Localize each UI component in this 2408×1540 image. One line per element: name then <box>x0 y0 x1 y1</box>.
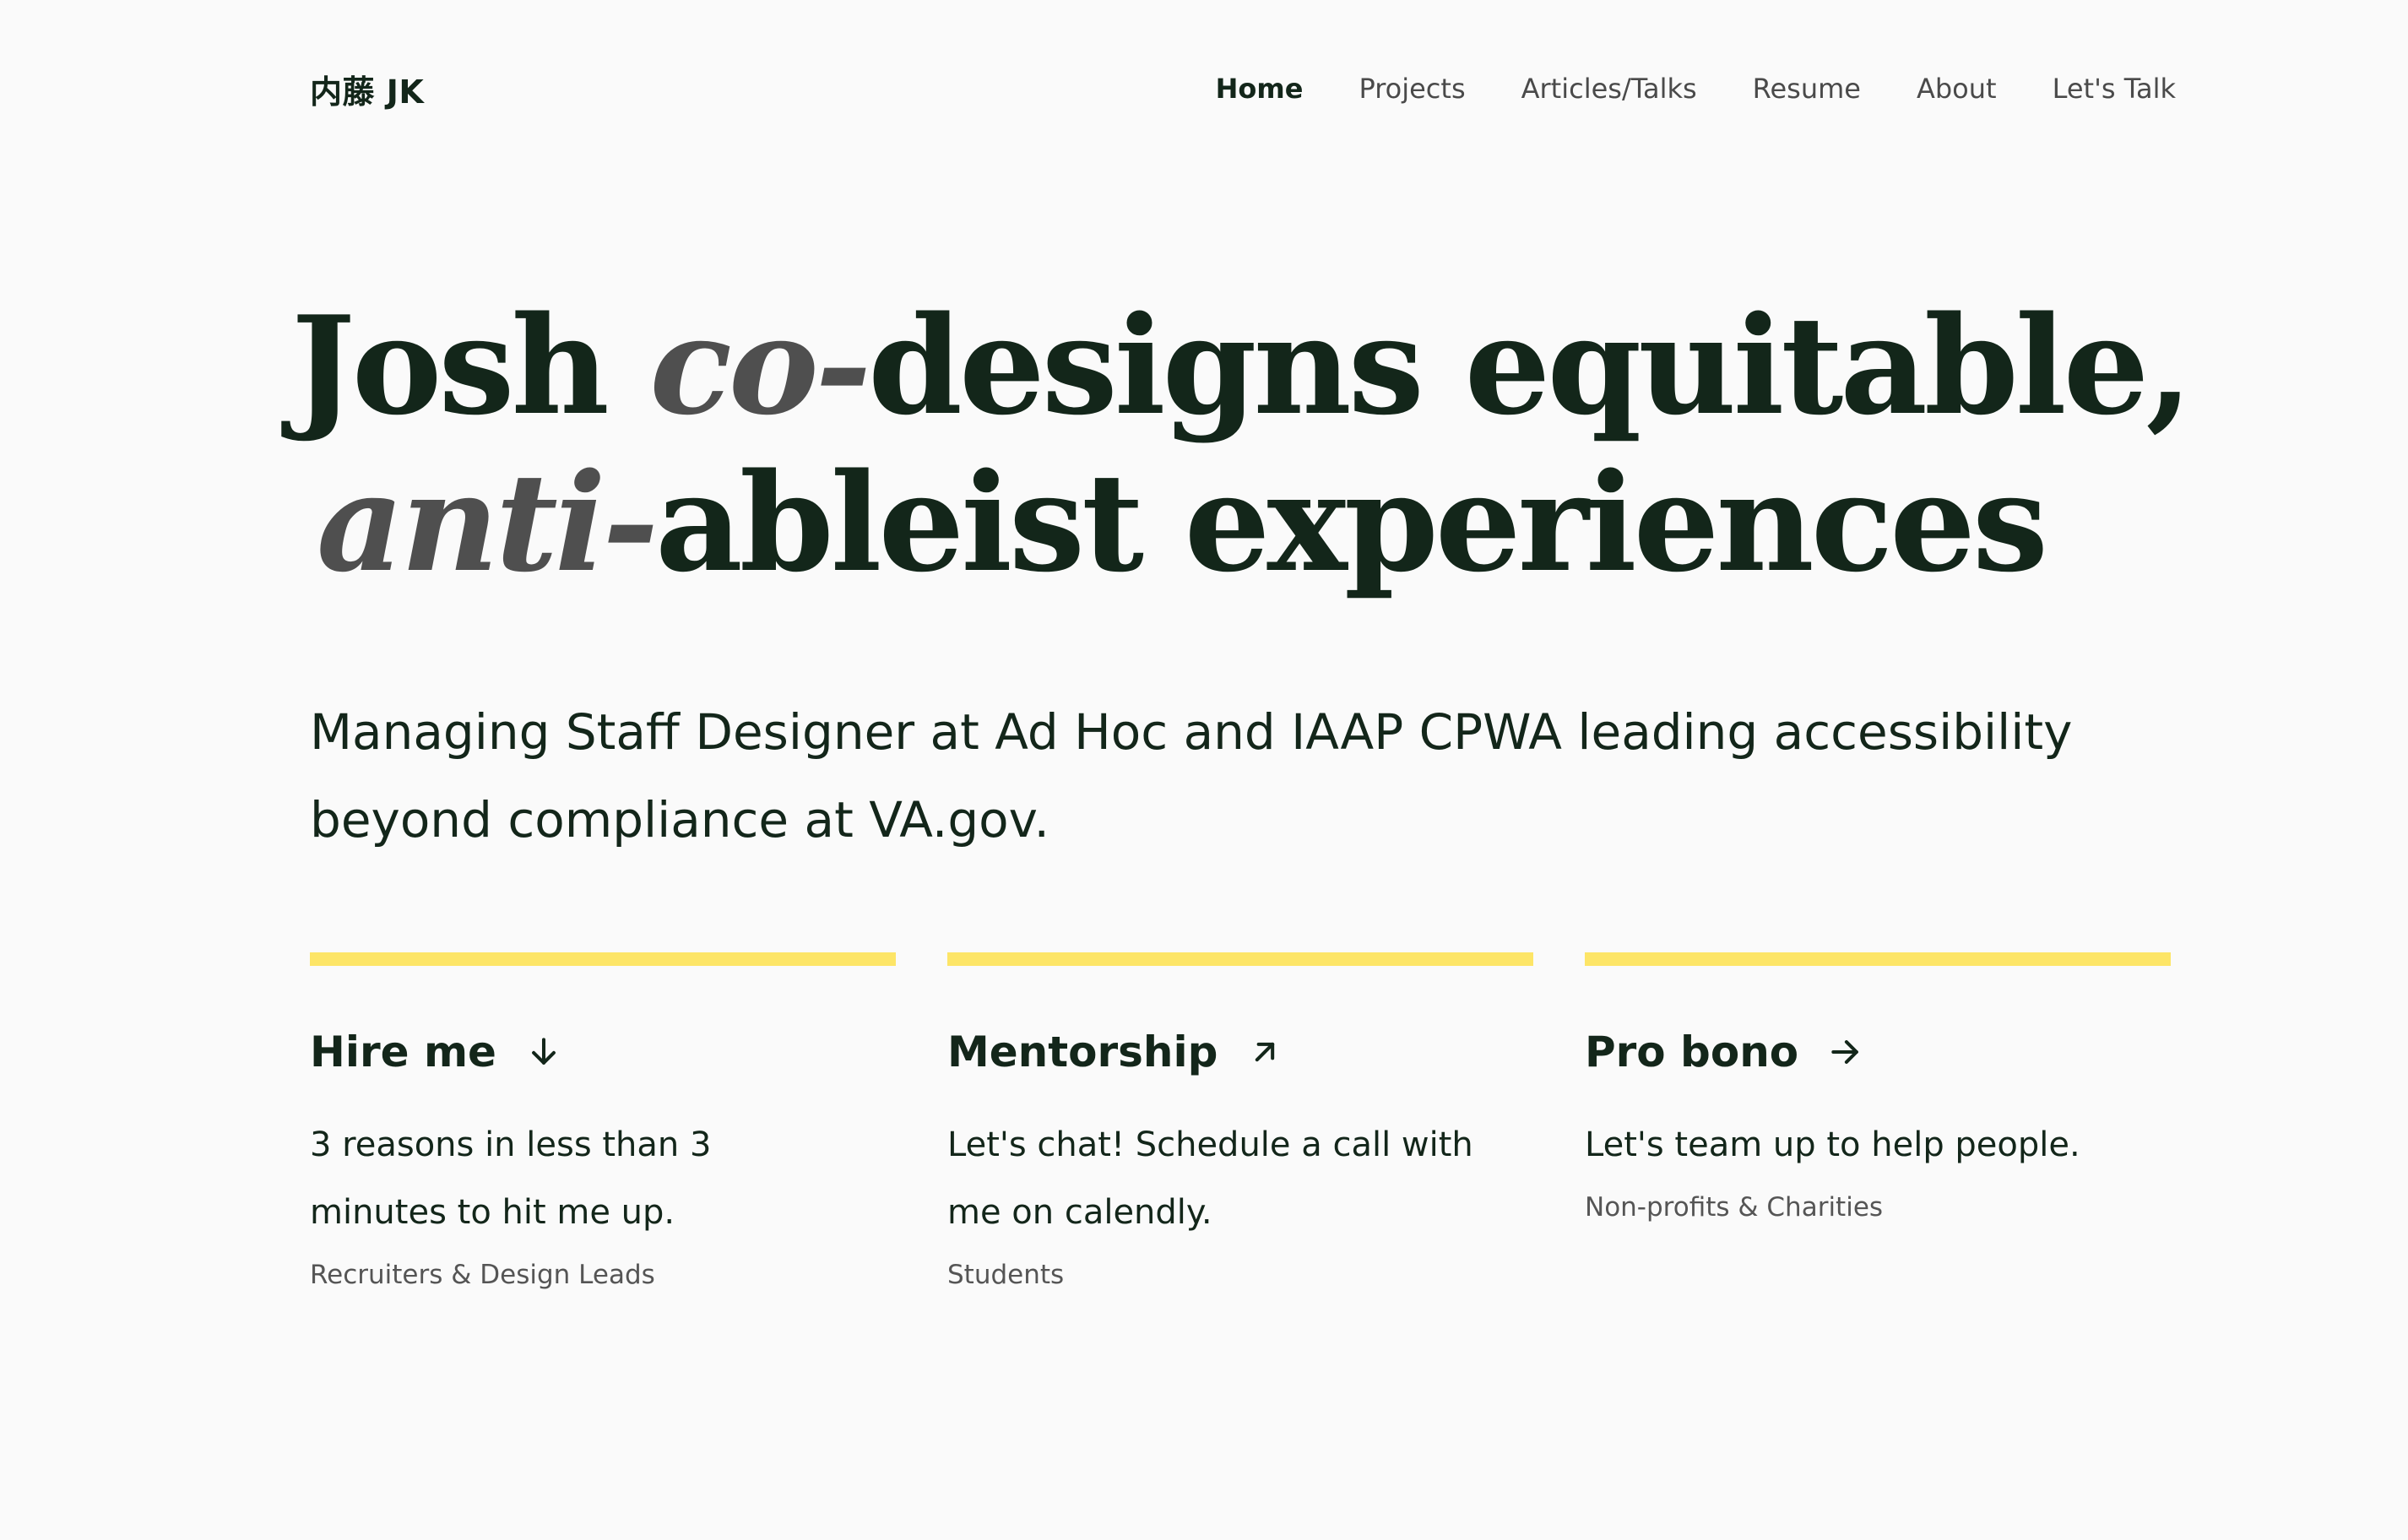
hero-title-part2: designs equitable, <box>868 286 2193 445</box>
card-title: Mentorship <box>947 1027 1533 1077</box>
hero-title-emphasis-anti: anti- <box>317 443 659 602</box>
cta-cards: Hire me 3 reasons in less than 3 minutes… <box>310 952 2171 1290</box>
arrow-right-icon <box>1827 1033 1864 1071</box>
card-accent-bar <box>947 952 1533 966</box>
card-title: Pro bono <box>1585 1027 2171 1077</box>
card-description: Let's team up to help people. <box>1585 1125 2080 1164</box>
arrow-down-icon <box>525 1033 562 1071</box>
nav-projects[interactable]: Projects <box>1359 73 1465 105</box>
card-description: Let's chat! Schedule a call with me on c… <box>947 1125 1473 1232</box>
arrow-up-right-icon <box>1246 1033 1283 1071</box>
hero-subtitle: Managing Staff Designer at Ad Hoc and IA… <box>310 703 2073 849</box>
card-title-text: Pro bono <box>1585 1028 1799 1076</box>
nav-home[interactable]: Home <box>1216 73 1304 105</box>
nav-resume[interactable]: Resume <box>1753 73 1861 105</box>
nav-about[interactable]: About <box>1917 73 1997 105</box>
hero-title-part3: ableist experiences <box>655 443 2048 602</box>
card-audience-tag: Non-profits & Charities <box>1585 1192 1884 1223</box>
main-nav: Home Projects Articles/Talks Resume Abou… <box>1160 73 2176 105</box>
card-hire-me[interactable]: Hire me 3 reasons in less than 3 minutes… <box>310 952 896 1290</box>
card-audience-tag: Recruiters & Design Leads <box>310 1260 655 1290</box>
nav-articles-talks[interactable]: Articles/Talks <box>1521 73 1697 105</box>
card-description: 3 reasons in less than 3 minutes to hit … <box>310 1125 712 1232</box>
card-pro-bono[interactable]: Pro bono Let's team up to help people. N… <box>1585 952 2171 1290</box>
hero-title-emphasis-co: co- <box>649 286 872 445</box>
hero-title: Josh co-designs equitable, anti-ableist e… <box>291 287 2233 601</box>
nav-lets-talk[interactable]: Let's Talk <box>2053 73 2176 105</box>
card-accent-bar <box>1585 952 2171 966</box>
card-audience-tag: Students <box>947 1260 1065 1290</box>
card-title-text: Hire me <box>310 1028 496 1076</box>
site-header: 内藤 JK Home Projects Articles/Talks Resum… <box>310 59 2176 118</box>
card-title: Hire me <box>310 1027 896 1077</box>
card-accent-bar <box>310 952 896 966</box>
card-title-text: Mentorship <box>947 1028 1218 1076</box>
hero-title-part1: Josh <box>291 286 650 445</box>
card-mentorship[interactable]: Mentorship Let's chat! Schedule a call w… <box>947 952 1533 1290</box>
site-logo[interactable]: 内藤 JK <box>310 66 424 112</box>
